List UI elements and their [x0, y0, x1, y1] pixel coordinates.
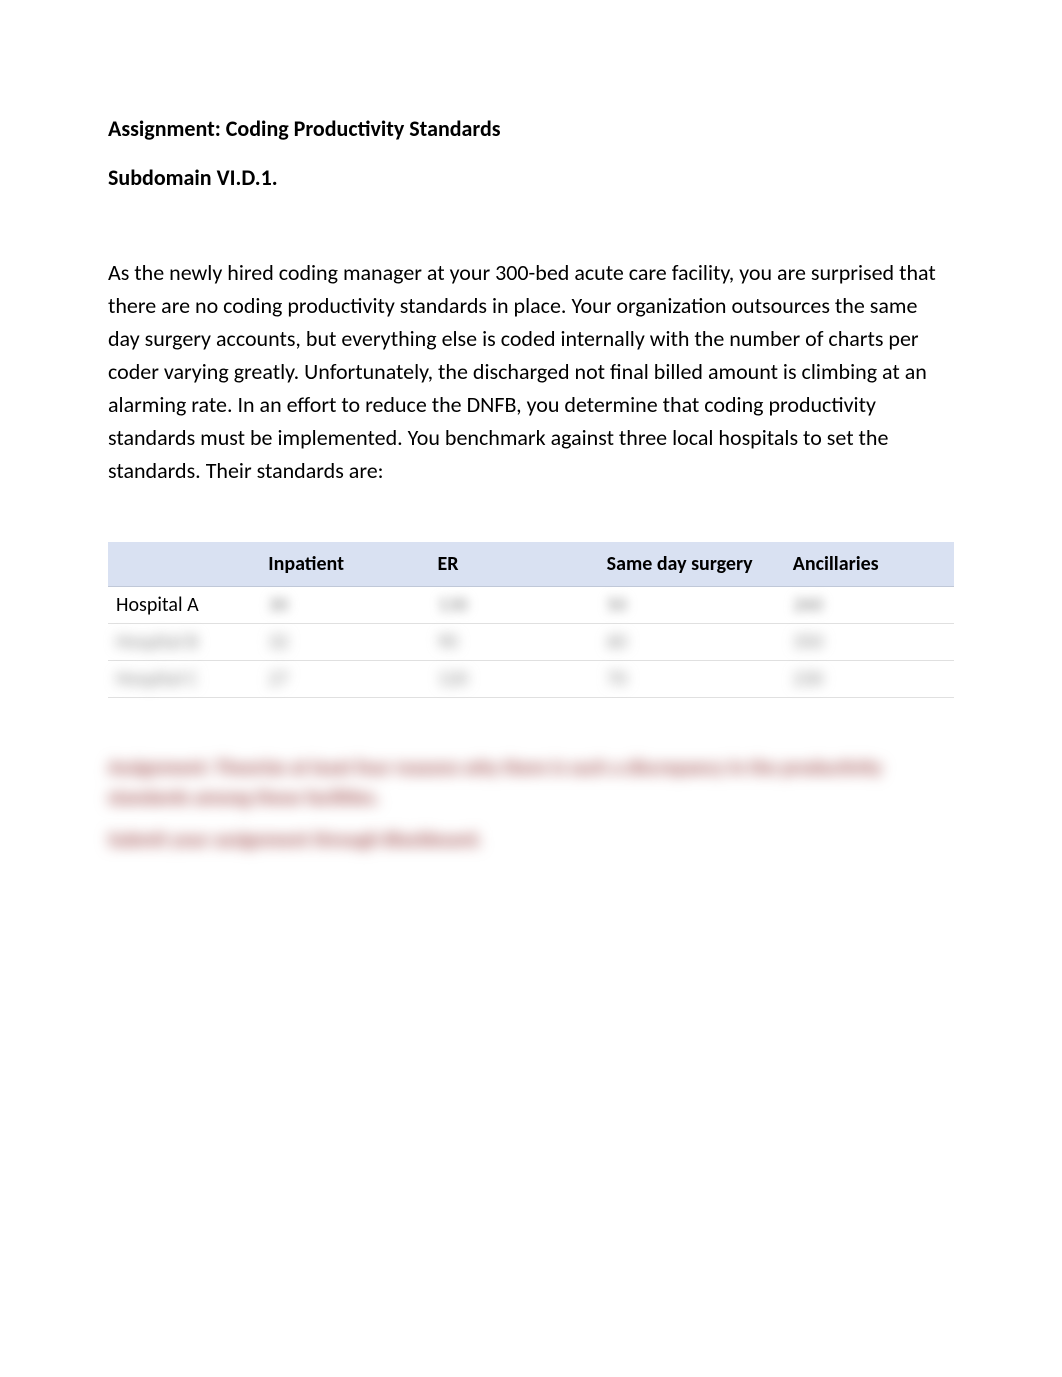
row-value: 90 — [429, 624, 598, 661]
table-header-blank — [108, 542, 260, 587]
row-value: 120 — [429, 661, 598, 698]
row-value: 350 — [785, 624, 954, 661]
row-label: Hospital C — [108, 661, 260, 698]
row-value: 30 — [260, 587, 429, 624]
row-value: 260 — [785, 587, 954, 624]
blurred-submit-text: Submit your assignment through Blackboar… — [108, 828, 954, 852]
table-header-ancillaries: Ancillaries — [785, 542, 954, 587]
row-label: Hospital A — [108, 587, 260, 624]
scenario-paragraph: As the newly hired coding manager at you… — [108, 256, 954, 487]
row-value: 70 — [599, 661, 785, 698]
table-row: Hospital B 32 90 60 350 — [108, 624, 954, 661]
table-header-inpatient: Inpatient — [260, 542, 429, 587]
table-row: Hospital C 27 120 70 230 — [108, 661, 954, 698]
row-label: Hospital B — [108, 624, 260, 661]
table-header-sameday: Same day surgery — [599, 542, 785, 587]
row-value: 50 — [599, 587, 785, 624]
table-header-er: ER — [429, 542, 598, 587]
row-value: 130 — [429, 587, 598, 624]
table-row: Hospital A 30 130 50 260 — [108, 587, 954, 624]
assignment-title: Assignment: Coding Productivity Standard… — [108, 115, 954, 142]
blurred-assignment-text: Assignment: Theorize at least four reaso… — [108, 753, 954, 813]
row-value: 27 — [260, 661, 429, 698]
subdomain-subtitle: Subdomain VI.D.1. — [108, 164, 954, 191]
row-value: 32 — [260, 624, 429, 661]
table-header-row: Inpatient ER Same day surgery Ancillarie… — [108, 542, 954, 587]
row-value: 230 — [785, 661, 954, 698]
row-value: 60 — [599, 624, 785, 661]
benchmark-table: Inpatient ER Same day surgery Ancillarie… — [108, 542, 954, 698]
